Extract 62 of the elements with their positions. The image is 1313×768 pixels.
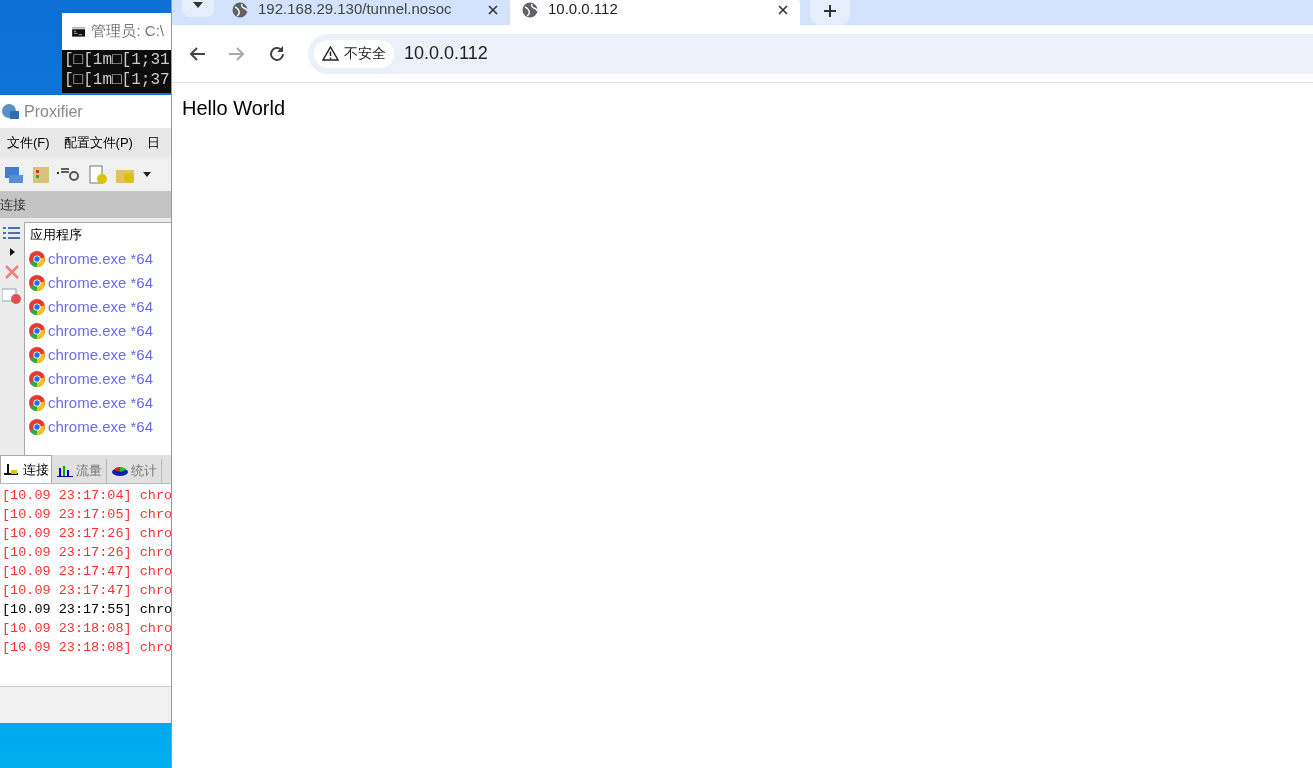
plus-icon bbox=[824, 4, 836, 17]
log-line: [10.09 23:17:05] chro bbox=[1, 506, 171, 524]
log-line: [10.09 23:17:26] chro bbox=[1, 525, 171, 543]
connection-icon bbox=[3, 462, 21, 477]
globe-icon bbox=[522, 1, 538, 18]
chrome-logo-icon bbox=[29, 347, 45, 363]
app-name[interactable]: chrome.exe *64 bbox=[48, 367, 154, 391]
console-icon bbox=[72, 24, 86, 39]
caret-icon[interactable] bbox=[143, 171, 151, 178]
address-bar[interactable]: 不安全 10.0.0.112 bbox=[308, 33, 1313, 74]
chrome-logo-icon bbox=[29, 299, 45, 315]
chrome-logo-icon bbox=[29, 395, 45, 411]
app-name[interactable]: chrome.exe *64 bbox=[48, 247, 154, 271]
list-view-icon[interactable] bbox=[3, 226, 21, 240]
log-line: [10.09 23:17:47] chro bbox=[1, 582, 171, 600]
chrome-logo-icon bbox=[29, 275, 45, 291]
close-icon[interactable] bbox=[778, 4, 788, 15]
menu-item[interactable]: 日 bbox=[146, 133, 160, 153]
app-name[interactable]: chrome.exe *64 bbox=[48, 319, 154, 343]
column-header[interactable]: 应用程序 bbox=[25, 223, 171, 247]
scroll-icon[interactable] bbox=[31, 164, 51, 185]
tab[interactable]: 连接 bbox=[0, 455, 52, 483]
app-name[interactable]: chrome.exe *64 bbox=[48, 391, 154, 415]
log-line: [10.09 23:17:04] chro bbox=[1, 487, 171, 505]
log-line: [10.09 23:18:08] chro bbox=[1, 639, 171, 657]
window-remove-icon[interactable] bbox=[2, 288, 22, 304]
console-line: [□[1m□[1;31 bbox=[64, 50, 171, 70]
app-name[interactable]: chrome.exe *64 bbox=[48, 415, 154, 439]
network-globe-icon bbox=[0, 102, 20, 121]
browser-tab[interactable]: 192.168.29.130/tunnel.nosoc bbox=[220, 0, 510, 25]
app-name[interactable]: chrome.exe *64 bbox=[48, 271, 154, 295]
globe-icon bbox=[232, 1, 248, 18]
log-line: [10.09 23:17:55] chro bbox=[1, 601, 171, 619]
window-title: 管理员: C:\ bbox=[91, 21, 164, 42]
menu-item[interactable]: 文件(F) bbox=[7, 133, 50, 153]
log-line: [10.09 23:17:26] chro bbox=[1, 544, 171, 562]
url-text: 10.0.0.112 bbox=[404, 42, 488, 65]
console-line: [□[1m□[1;37 bbox=[64, 70, 171, 90]
chrome-logo-icon bbox=[29, 371, 45, 387]
warning-icon bbox=[322, 46, 339, 61]
section-header: 连接 bbox=[0, 191, 171, 218]
log-line: [10.09 23:17:47] chro bbox=[1, 563, 171, 581]
security-chip[interactable]: 不安全 bbox=[314, 39, 394, 68]
new-tab-button[interactable] bbox=[810, 0, 850, 25]
page-text: Hello World bbox=[182, 97, 285, 119]
play-icon[interactable] bbox=[9, 248, 15, 256]
back-arrow-icon[interactable] bbox=[188, 45, 206, 62]
reload-icon[interactable] bbox=[268, 44, 286, 63]
menu-item[interactable]: 配置文件(P) bbox=[63, 133, 133, 153]
chrome-logo-icon bbox=[29, 419, 45, 435]
app-name[interactable]: chrome.exe *64 bbox=[48, 295, 154, 319]
window-title: Proxifier bbox=[24, 101, 83, 122]
chrome-logo-icon bbox=[29, 251, 45, 267]
computer-icon[interactable] bbox=[3, 164, 25, 185]
app-name[interactable]: chrome.exe *64 bbox=[48, 343, 154, 367]
bar-chart-icon bbox=[56, 464, 74, 478]
close-icon[interactable] bbox=[488, 4, 498, 15]
caret-icon bbox=[193, 1, 203, 8]
chrome-logo-icon bbox=[29, 323, 45, 339]
log-line: [10.09 23:18:08] chro bbox=[1, 620, 171, 638]
browser-tab[interactable]: 10.0.0.112 bbox=[510, 0, 800, 25]
pie-chart-icon bbox=[111, 464, 129, 478]
